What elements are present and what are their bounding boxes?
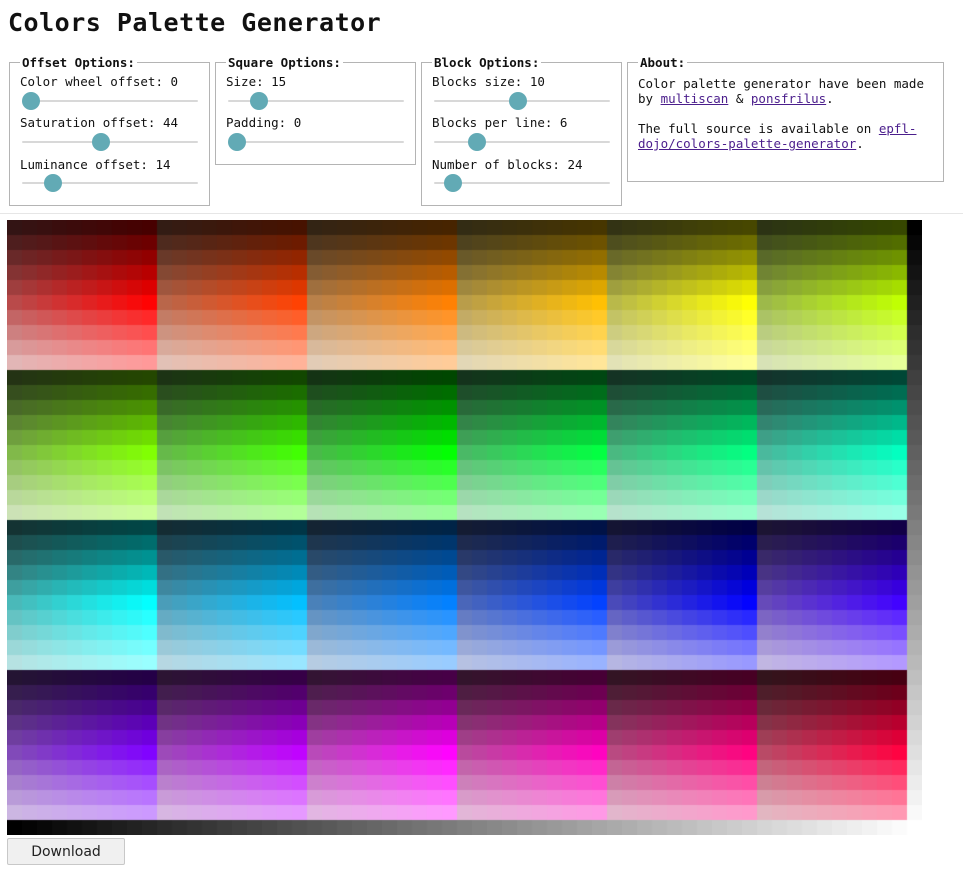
luminance-offset-slider[interactable]	[22, 173, 198, 193]
saturation-offset-label: Saturation offset: 44	[20, 115, 179, 130]
slider-track	[434, 141, 610, 143]
color-wheel-offset-slider[interactable]	[22, 91, 198, 111]
slider-track	[228, 141, 404, 143]
block-options-legend: Block Options:	[434, 55, 540, 70]
color-palette-canvas	[7, 220, 922, 835]
about-legend: About:	[640, 55, 686, 70]
about-source: The full source is available on epfl-doj…	[638, 121, 933, 151]
about-panel: About: Color palette generator have been…	[627, 55, 944, 182]
blocks-per-line-label: Blocks per line: 6	[432, 115, 568, 130]
square-size-label: Size: 15	[226, 74, 287, 89]
slider-thumb[interactable]	[468, 133, 487, 151]
slider-thumb[interactable]	[228, 133, 246, 151]
padding-slider[interactable]	[228, 132, 404, 152]
header-divider	[0, 213, 963, 214]
slider-thumb[interactable]	[91, 133, 110, 151]
luminance-offset-label: Luminance offset: 14	[20, 157, 171, 172]
author-link-multiscan[interactable]: multiscan	[661, 91, 729, 106]
author-link-ponsfrilus[interactable]: ponsfrilus	[751, 91, 826, 106]
number-of-blocks-slider[interactable]	[434, 173, 610, 193]
period-text: .	[856, 136, 864, 151]
about-credits: Color palette generator have been made b…	[638, 76, 933, 106]
slider-thumb[interactable]	[444, 174, 463, 192]
slider-track	[22, 141, 198, 143]
offset-options-legend: Offset Options:	[22, 55, 135, 70]
square-options-legend: Square Options:	[228, 55, 341, 70]
blocks-per-line-slider[interactable]	[434, 132, 610, 152]
color-wheel-offset-label: Color wheel offset: 0	[20, 74, 179, 89]
period-text: .	[826, 91, 834, 106]
slider-track	[22, 100, 198, 102]
ampersand-text: &	[728, 91, 751, 106]
square-size-slider[interactable]	[228, 91, 404, 111]
slider-thumb[interactable]	[44, 174, 63, 192]
source-text: The full source is available on	[638, 121, 879, 136]
page-title: Colors Palette Generator	[8, 8, 382, 37]
blocks-size-label: Blocks size: 10	[432, 74, 545, 89]
padding-label: Padding: 0	[226, 115, 302, 130]
slider-thumb[interactable]	[250, 92, 269, 110]
saturation-offset-slider[interactable]	[22, 132, 198, 152]
download-button[interactable]: Download	[7, 838, 125, 865]
slider-thumb[interactable]	[22, 92, 40, 110]
blocks-size-slider[interactable]	[434, 91, 610, 111]
slider-thumb[interactable]	[508, 92, 527, 110]
number-of-blocks-label: Number of blocks: 24	[432, 157, 583, 172]
